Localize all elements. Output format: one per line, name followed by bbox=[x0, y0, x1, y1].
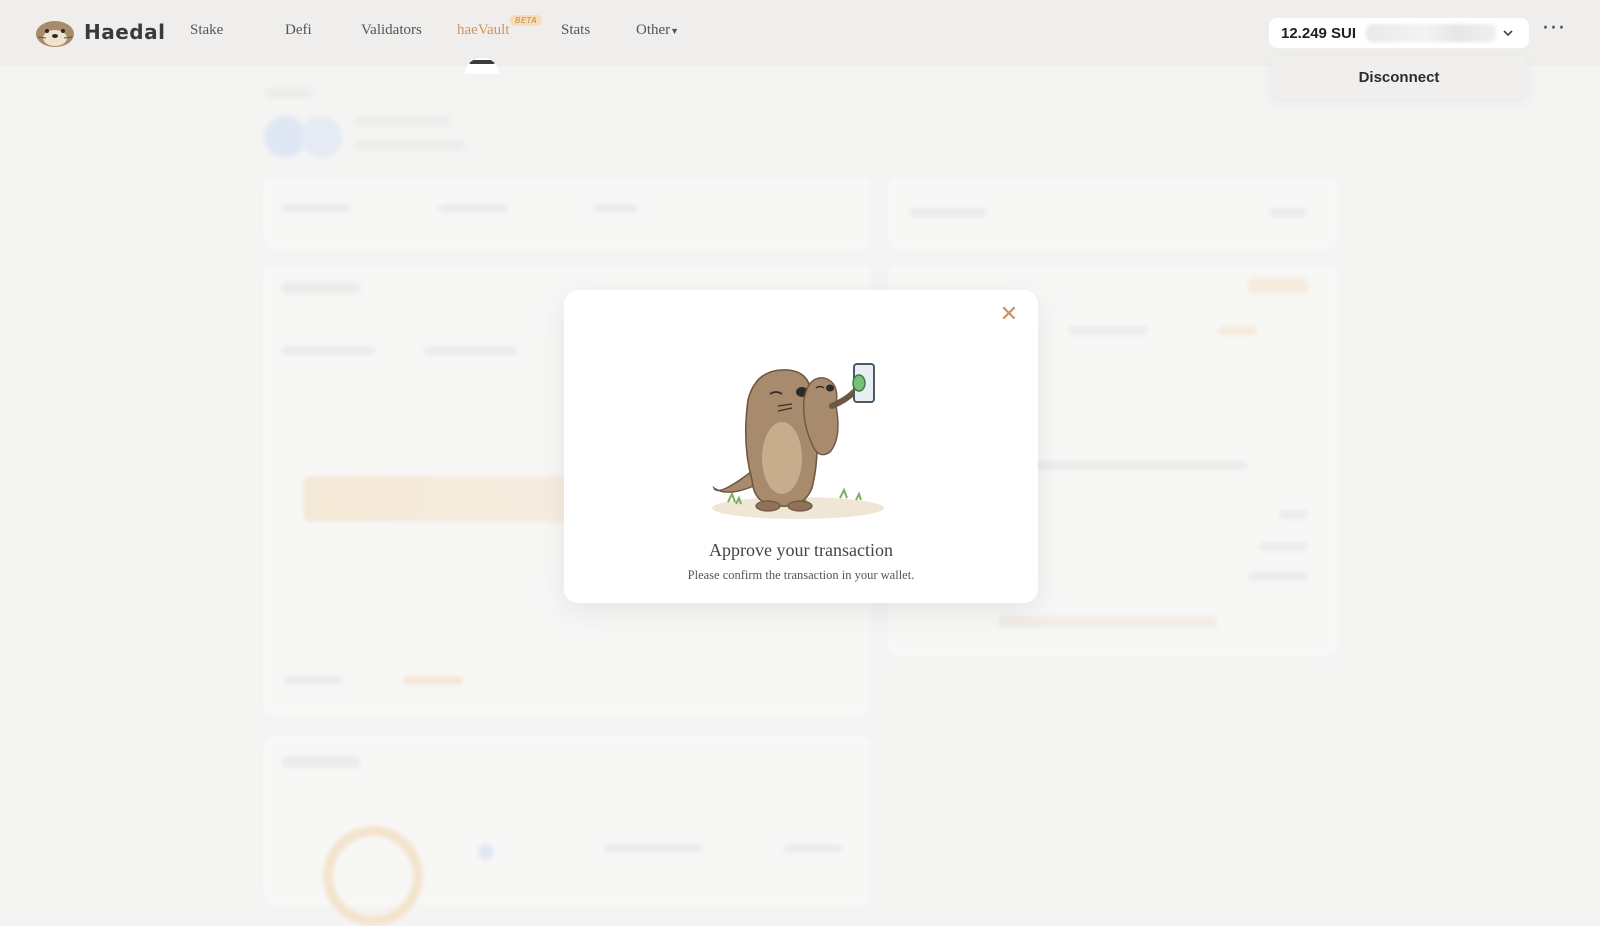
wallet-balance: 12.249 SUI bbox=[1281, 24, 1357, 42]
wallet-address-redacted bbox=[1366, 24, 1497, 42]
otter-illustration-icon bbox=[712, 363, 884, 519]
nav-haevault[interactable]: haeVault bbox=[457, 22, 509, 39]
deposit-card bbox=[888, 178, 1338, 250]
wallet-button[interactable]: 12.249 SUI bbox=[1269, 18, 1529, 48]
modal-title: Approve your transaction bbox=[709, 540, 893, 560]
modal-subtitle: Please confirm the transaction in your w… bbox=[687, 568, 915, 582]
positions-card bbox=[263, 736, 871, 926]
caret-down-icon: ▼ bbox=[670, 26, 680, 36]
nav-other-label: Other bbox=[636, 22, 671, 38]
brand-name: Haedal bbox=[84, 20, 166, 44]
vault-meta-placeholder bbox=[355, 140, 465, 150]
nav-other[interactable]: Other▼ bbox=[636, 22, 679, 39]
vault-title-placeholder bbox=[355, 116, 450, 126]
stats-card bbox=[263, 178, 871, 250]
disconnect-button[interactable]: Disconnect bbox=[1270, 56, 1528, 98]
nav-stake[interactable]: Stake bbox=[190, 22, 223, 39]
nav-stats[interactable]: Stats bbox=[561, 22, 590, 39]
close-icon[interactable]: ✕ bbox=[998, 304, 1020, 326]
token-icon bbox=[300, 116, 342, 158]
approve-transaction-modal: ✕ Approve your transaction Please confir… bbox=[564, 290, 1038, 603]
beta-badge: BETA bbox=[510, 15, 543, 26]
back-link-placeholder bbox=[265, 88, 313, 98]
active-tab-indicator bbox=[465, 58, 499, 74]
nav-validators[interactable]: Validators bbox=[361, 22, 422, 39]
chevron-down-icon bbox=[1503, 30, 1513, 37]
more-options-icon[interactable]: ··· bbox=[1542, 16, 1566, 41]
brand-logo[interactable]: Haedal bbox=[34, 16, 165, 48]
nav-defi[interactable]: Defi bbox=[285, 22, 312, 39]
otter-logo-icon bbox=[36, 21, 74, 47]
